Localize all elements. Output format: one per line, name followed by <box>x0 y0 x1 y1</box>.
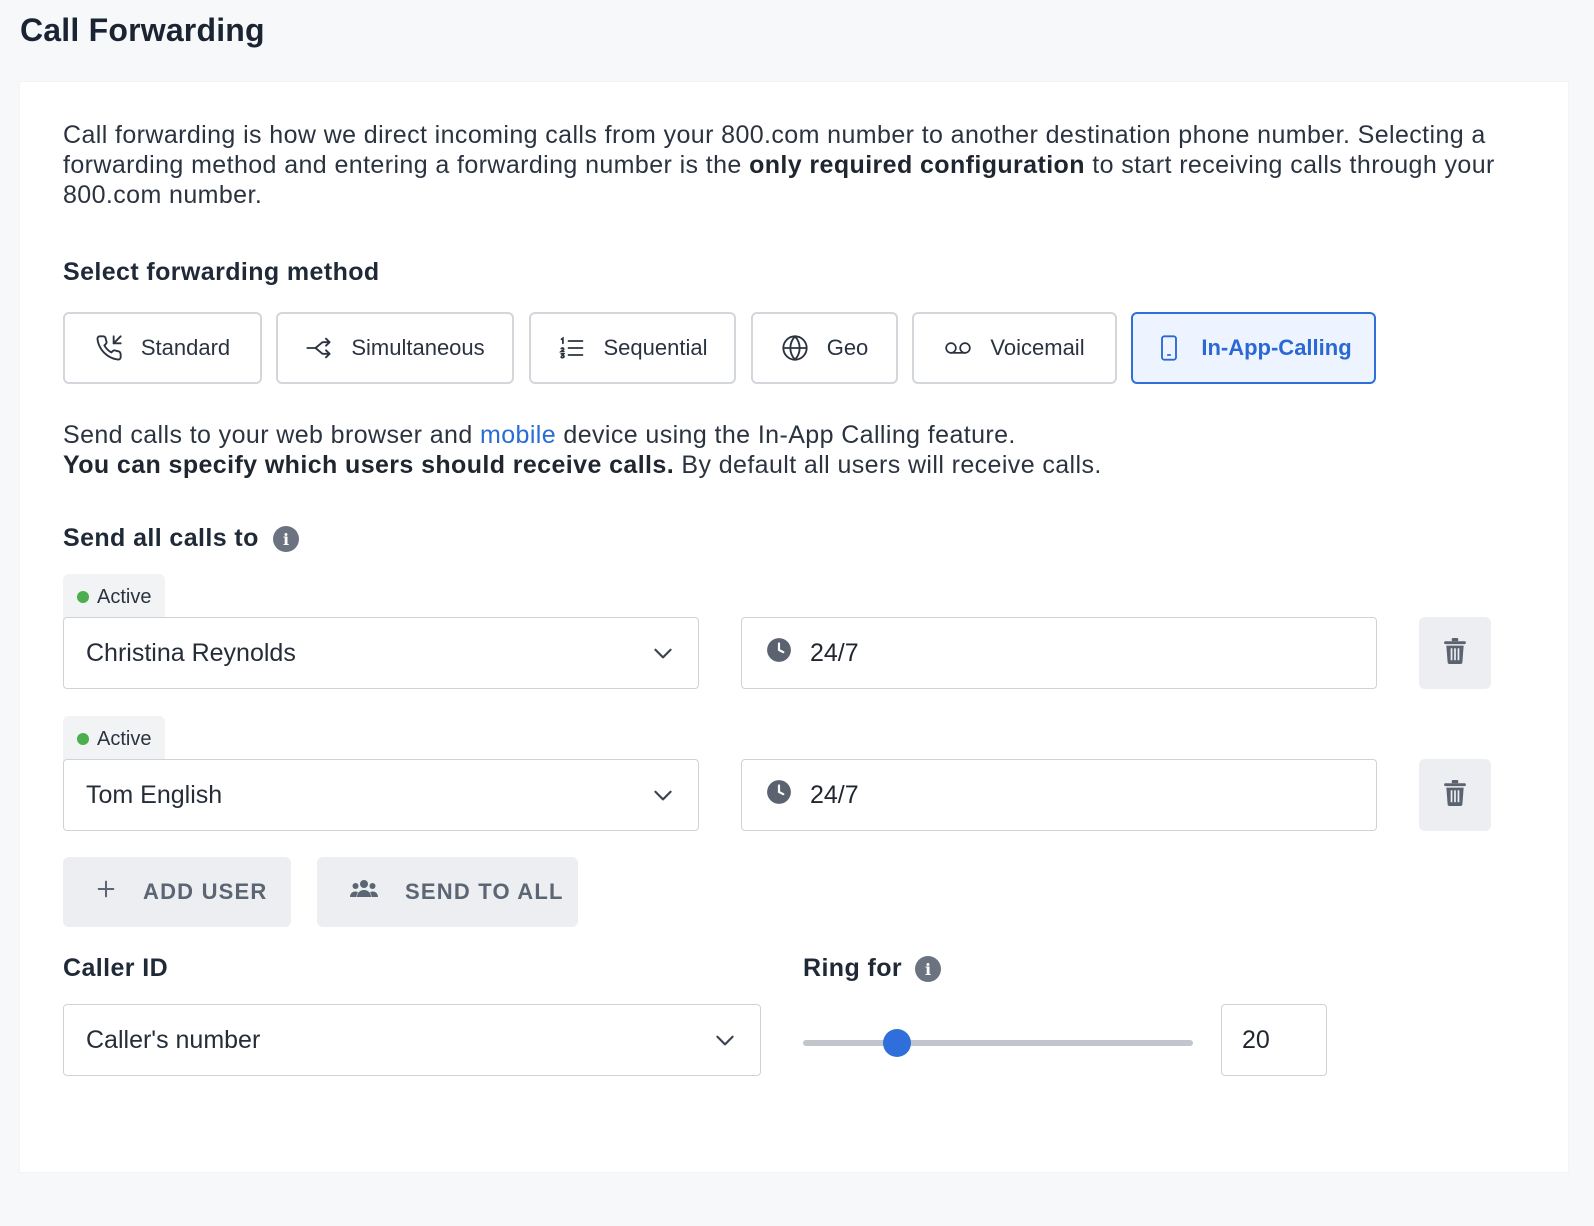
status-badge: Active <box>63 716 166 762</box>
method-standard-button[interactable]: Standard <box>63 312 262 384</box>
clock-icon <box>766 779 792 812</box>
method-voicemail-button[interactable]: Voicemail <box>912 312 1117 384</box>
forwarding-method-label: Select forwarding method <box>63 258 380 286</box>
method-simultaneous-button[interactable]: Simultaneous <box>276 312 514 384</box>
active-status-dot <box>77 591 89 603</box>
schedule-field[interactable]: 24/7 <box>741 759 1377 831</box>
ring-for-label: Ring for <box>803 954 903 982</box>
info-icon[interactable]: i <box>273 526 299 552</box>
mobile-link[interactable]: mobile <box>480 421 556 449</box>
ring-duration-slider[interactable] <box>803 1040 1193 1046</box>
status-badge: Active <box>63 574 166 620</box>
plus-icon <box>95 878 117 906</box>
delete-user-button[interactable] <box>1419 617 1491 689</box>
method-geo-button[interactable]: Geo <box>751 312 898 384</box>
method-in-app-calling-button[interactable]: In-App-Calling <box>1131 312 1376 384</box>
phone-incoming-icon <box>95 334 123 362</box>
send-to-all-button[interactable]: SEND TO ALL <box>317 857 578 927</box>
numbered-list-icon <box>558 334 586 362</box>
trash-icon <box>1444 637 1466 669</box>
trash-icon <box>1444 779 1466 811</box>
info-icon[interactable]: i <box>915 956 941 982</box>
chevron-down-icon <box>654 790 672 801</box>
add-user-button[interactable]: ADD USER <box>63 857 291 927</box>
send-all-calls-label: Send all calls to <box>63 524 259 552</box>
intro-text: Call forwarding is how we direct incomin… <box>63 121 1495 209</box>
forwarding-card: Call forwarding is how we direct incomin… <box>20 82 1568 1172</box>
active-status-dot <box>77 733 89 745</box>
chevron-down-icon <box>716 1035 734 1046</box>
caller-id-label: Caller ID <box>63 954 169 982</box>
in-app-description: Send calls to your web browser and mobil… <box>63 421 1102 479</box>
delete-user-button[interactable] <box>1419 759 1491 831</box>
chevron-down-icon <box>654 648 672 659</box>
schedule-field[interactable]: 24/7 <box>741 617 1377 689</box>
mobile-phone-icon <box>1155 334 1183 362</box>
slider-thumb[interactable] <box>882 1029 911 1057</box>
ring-duration-input[interactable] <box>1221 1004 1327 1076</box>
page-title: Call Forwarding <box>20 12 265 48</box>
method-sequential-button[interactable]: Sequential <box>529 312 736 384</box>
user-select[interactable]: Tom English <box>63 759 699 831</box>
caller-id-select[interactable]: Caller's number <box>63 1004 761 1076</box>
split-arrow-icon <box>305 334 333 362</box>
clock-icon <box>766 637 792 670</box>
user-select[interactable]: Christina Reynolds <box>63 617 699 689</box>
voicemail-icon <box>944 334 972 362</box>
globe-icon <box>781 334 809 362</box>
users-group-icon <box>349 877 379 907</box>
